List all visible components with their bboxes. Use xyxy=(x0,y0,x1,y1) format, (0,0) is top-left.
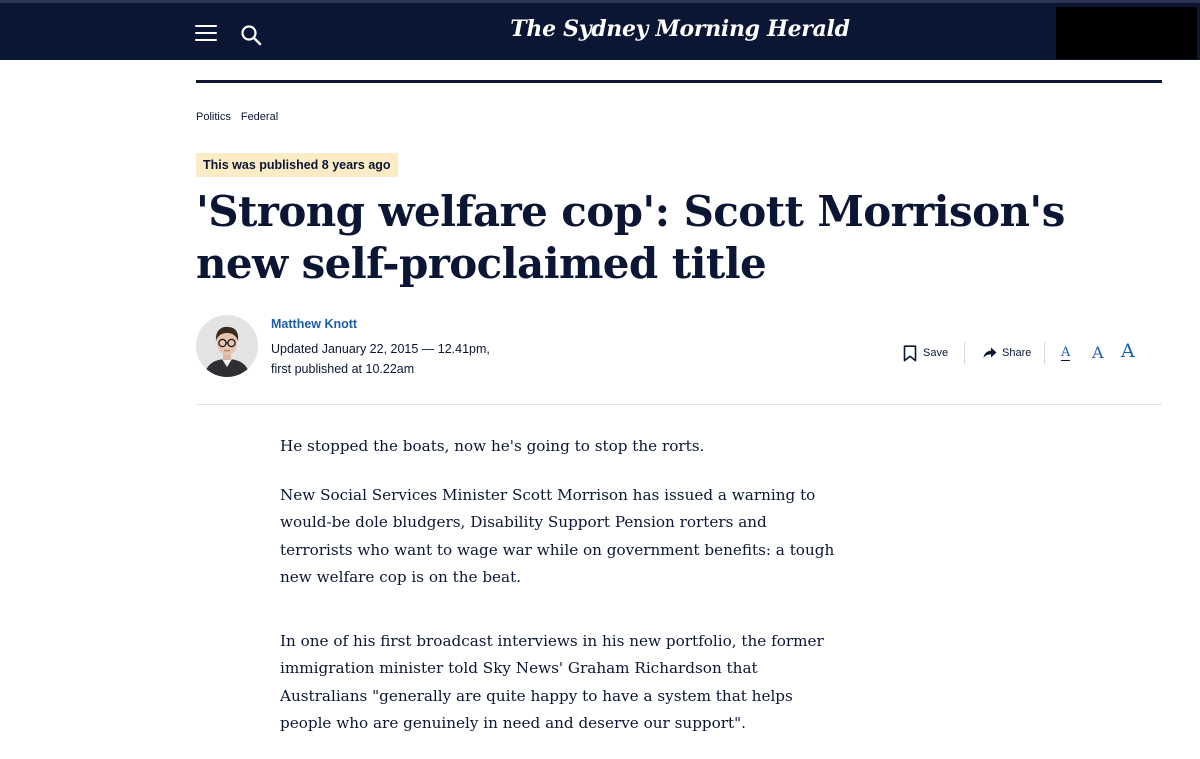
article-body: He stopped the boats, now he's going to … xyxy=(280,433,840,759)
site-header: The Sydney Morning Herald xyxy=(0,0,1200,60)
share-label: Share xyxy=(1002,347,1032,359)
published-age-badge: This was published 8 years ago xyxy=(196,153,398,177)
toolbar-divider xyxy=(964,342,965,364)
byline-divider xyxy=(196,404,1162,405)
hamburger-menu-icon[interactable] xyxy=(195,25,217,41)
share-button[interactable]: Share xyxy=(983,343,1031,363)
font-size-medium-button[interactable]: A xyxy=(1092,343,1104,362)
article-paragraph: New Social Services Minister Scott Morri… xyxy=(280,485,835,587)
article-paragraph: He stopped the boats, now he's going to … xyxy=(280,437,705,455)
save-label: Save xyxy=(923,347,949,359)
font-size-small-button[interactable]: A xyxy=(1061,346,1071,361)
article-dateline: Updated January 22, 2015 — 12.41pm, firs… xyxy=(271,342,490,376)
breadcrumb: Politics Federal xyxy=(196,111,288,123)
article-headline: 'Strong welfare cop': Scott Morrison's n… xyxy=(196,187,1065,288)
site-logo[interactable]: The Sydney Morning Herald xyxy=(500,16,860,42)
header-ad-slot xyxy=(1056,7,1197,59)
share-arrow-icon xyxy=(983,347,997,358)
breadcrumb-politics[interactable]: Politics xyxy=(196,111,231,123)
toolbar-divider xyxy=(1044,342,1045,364)
font-size-large-button[interactable]: A xyxy=(1121,340,1135,362)
article-paragraph: In one of his first broadcast interviews… xyxy=(280,631,824,733)
breadcrumb-federal[interactable]: Federal xyxy=(241,111,278,123)
save-button[interactable]: Save xyxy=(903,343,948,363)
author-photo-icon xyxy=(196,315,258,377)
author-avatar[interactable] xyxy=(196,315,258,377)
bookmark-icon xyxy=(903,344,917,361)
header-divider xyxy=(196,80,1162,83)
author-name-link[interactable]: Matthew Knott xyxy=(271,317,357,331)
search-icon[interactable] xyxy=(240,24,262,46)
